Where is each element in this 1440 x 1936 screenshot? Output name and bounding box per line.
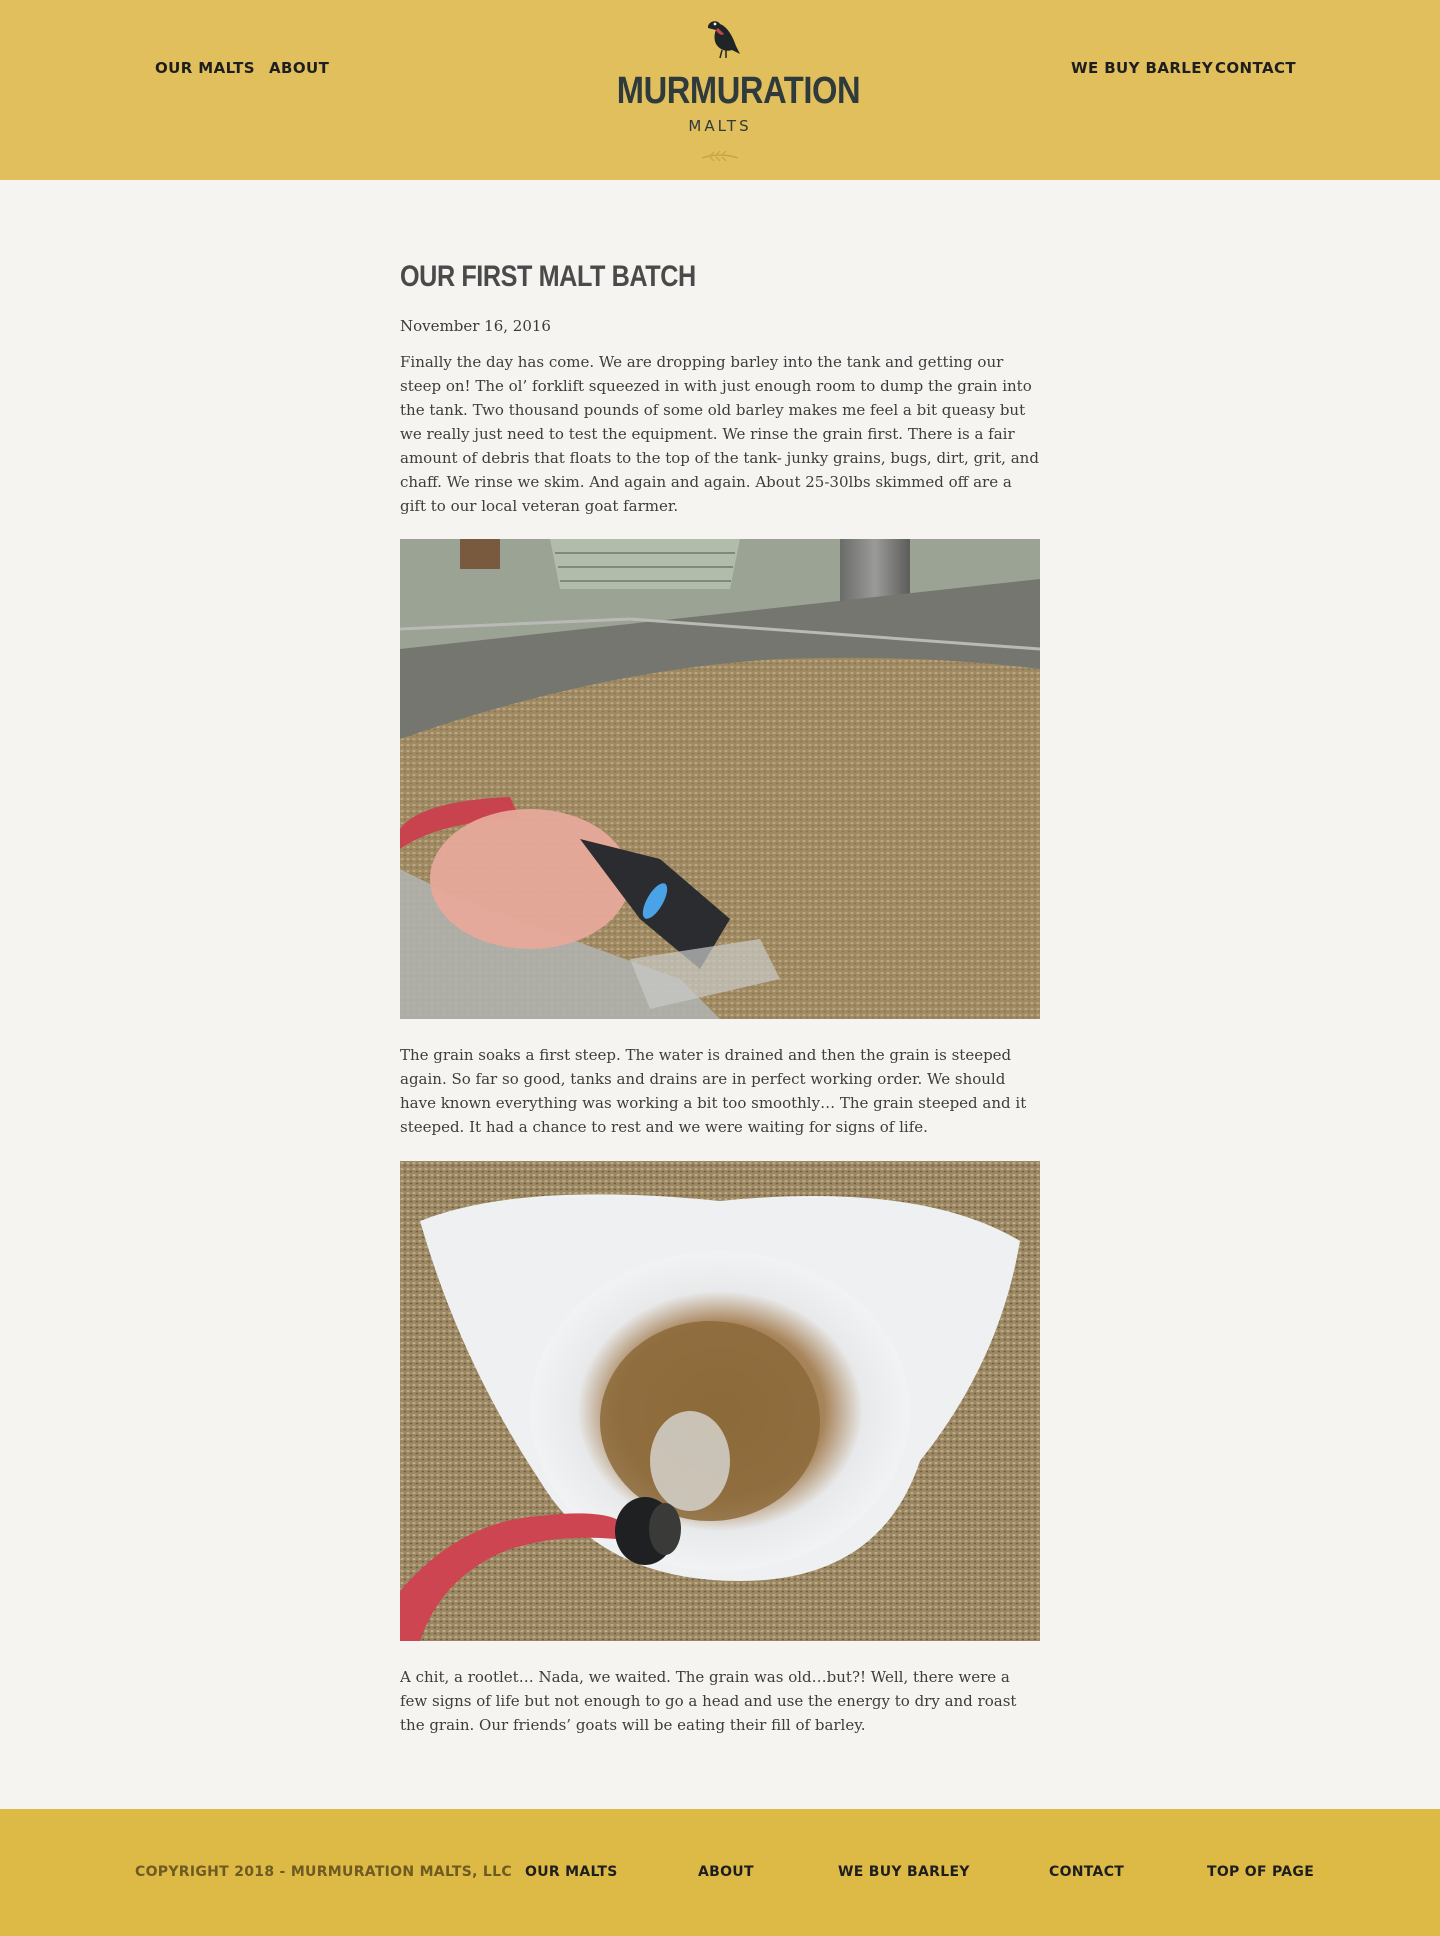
photo-barley-tank-rinse bbox=[400, 539, 1040, 1019]
post-date: November 16, 2016 bbox=[400, 317, 551, 335]
nav-about[interactable]: ABOUT bbox=[269, 59, 329, 77]
site-logo[interactable]: MURMURATION MALTS bbox=[600, 14, 861, 170]
site-footer: COPYRIGHT 2018 - MURMURATION MALTS, LLC … bbox=[0, 1809, 1440, 1936]
post-paragraph: The grain soaks a first steep. The water… bbox=[400, 1046, 1027, 1136]
footer-contact[interactable]: CONTACT bbox=[1049, 1864, 1124, 1880]
photo-grain-steeping bbox=[400, 1161, 1040, 1641]
footer-top-of-page[interactable]: TOP OF PAGE bbox=[1207, 1864, 1314, 1880]
footer-about[interactable]: ABOUT bbox=[698, 1864, 754, 1880]
copyright-text: COPYRIGHT 2018 - MURMURATION MALTS, LLC bbox=[135, 1864, 512, 1880]
logo-subtitle: MALTS bbox=[688, 117, 752, 135]
site-header: OUR MALTS ABOUT MURMURATION MALTS WE BUY… bbox=[0, 0, 1440, 180]
blog-post: OUR FIRST MALT BATCH November 16, 2016 F… bbox=[400, 258, 1040, 1737]
nav-our-malts[interactable]: OUR MALTS bbox=[155, 59, 255, 77]
nav-we-buy-barley[interactable]: WE BUY BARLEY bbox=[1071, 59, 1213, 77]
post-paragraph: A chit, a rootlet… Nada, we waited. The … bbox=[400, 1668, 1017, 1734]
wheat-icon bbox=[701, 150, 739, 162]
footer-our-malts[interactable]: OUR MALTS bbox=[525, 1864, 618, 1880]
post-title: OUR FIRST MALT BATCH bbox=[400, 260, 696, 293]
logo-wordmark: MURMURATION bbox=[616, 70, 861, 112]
nav-contact[interactable]: CONTACT bbox=[1215, 59, 1296, 77]
footer-we-buy-barley[interactable]: WE BUY BARLEY bbox=[838, 1864, 970, 1880]
post-paragraph: Finally the day has come. We are droppin… bbox=[400, 353, 1039, 515]
bird-icon bbox=[708, 21, 740, 59]
